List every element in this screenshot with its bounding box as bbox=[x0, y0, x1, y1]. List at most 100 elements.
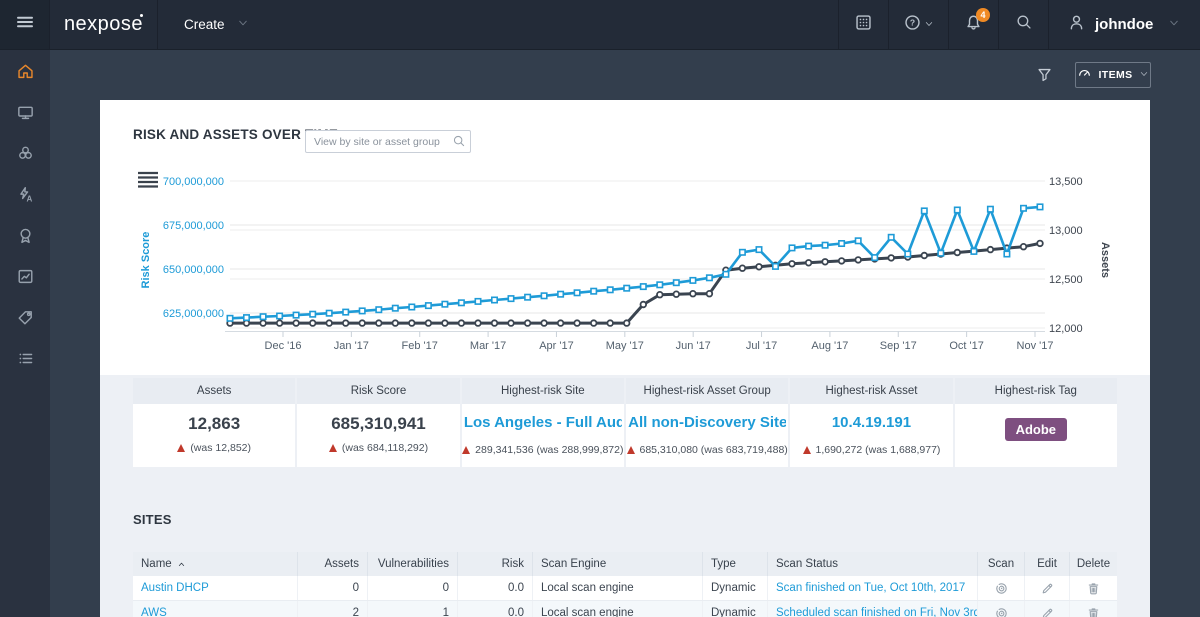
tag-badge[interactable]: Adobe bbox=[1004, 418, 1068, 441]
summary-header: Highest-risk Asset Group bbox=[625, 378, 789, 404]
column-header-scan_status[interactable]: Scan Status bbox=[768, 552, 978, 576]
calendar-grid-button[interactable] bbox=[838, 0, 888, 49]
exploit-icon: A bbox=[19, 186, 32, 204]
filter-icon[interactable] bbox=[1036, 66, 1053, 88]
svg-text:13,500: 13,500 bbox=[1049, 176, 1083, 188]
edit-icon bbox=[1042, 608, 1052, 617]
dashboard-card: RISK AND ASSETS OVER TIME Dec '16Jan '17… bbox=[100, 100, 1150, 617]
cell-scan_status: Scheduled scan finished on Fri, Nov 3rd,… bbox=[768, 601, 978, 617]
calendar-grid-icon bbox=[856, 14, 871, 30]
table-header-row: Name Assets Vulnerabilities Risk Scan Engine… bbox=[133, 552, 1117, 576]
cell-scan_engine: Local scan engine bbox=[533, 601, 703, 617]
summary-column: Assets 12,863 (was 12,852) bbox=[133, 378, 296, 467]
trash-icon bbox=[1088, 582, 1099, 594]
delete-action[interactable] bbox=[1086, 581, 1101, 596]
ribbon-icon bbox=[19, 228, 31, 244]
svg-text:12,500: 12,500 bbox=[1049, 274, 1083, 286]
scan-action[interactable] bbox=[994, 606, 1009, 617]
notification-badge: 4 bbox=[976, 8, 990, 22]
summary-value-link[interactable]: Los Angeles - Full Audi... bbox=[464, 414, 622, 431]
create-menu[interactable]: Create bbox=[158, 0, 275, 49]
summary-header: Risk Score bbox=[297, 378, 460, 404]
sites-title: SITES bbox=[133, 512, 172, 527]
top-nav: nexpose Create ? 4 johndoe bbox=[0, 0, 1200, 50]
notifications-button[interactable]: 4 bbox=[948, 0, 998, 49]
summary-column: Risk Score 685,310,941 (was 684,118,292) bbox=[297, 378, 460, 467]
summary-value-link[interactable]: 10.4.19.191 bbox=[832, 414, 911, 431]
summary-body: 10.4.19.191 1,690,272 (was 1,688,977) bbox=[790, 404, 953, 467]
items-dropdown-button[interactable]: ITEMS bbox=[1075, 62, 1151, 88]
table-row: AWS 2 1 0.0 Local scan engine Dynamic Schedule… bbox=[133, 601, 1117, 617]
column-header-name[interactable]: Name bbox=[133, 552, 298, 576]
summary-header: Highest-risk Site bbox=[461, 378, 624, 404]
delete-action[interactable] bbox=[1086, 606, 1101, 617]
svg-text:Jan '17: Jan '17 bbox=[334, 340, 369, 352]
help-icon: ? bbox=[905, 14, 920, 30]
svg-text:?: ? bbox=[910, 17, 915, 27]
user-menu[interactable]: johndoe bbox=[1048, 0, 1200, 49]
svg-text:Sep '17: Sep '17 bbox=[880, 340, 917, 352]
cell-vulnerabilities: 1 bbox=[368, 601, 458, 617]
cell-scan bbox=[978, 601, 1025, 617]
risk-chart-panel: RISK AND ASSETS OVER TIME Dec '16Jan '17… bbox=[100, 100, 1150, 375]
summary-table: Assets 12,863 (was 12,852) Risk Score 685… bbox=[133, 378, 1117, 467]
sidebar-item-reports[interactable] bbox=[0, 256, 50, 297]
svg-text:Dec '16: Dec '16 bbox=[265, 340, 302, 352]
search-icon bbox=[453, 135, 465, 147]
summary-body: All non-Discovery Sites 685,310,080 (was … bbox=[625, 404, 789, 467]
edit-icon bbox=[1042, 583, 1052, 593]
column-header-scan_engine[interactable]: Scan Engine bbox=[533, 552, 703, 576]
sidebar-item-tags[interactable] bbox=[0, 297, 50, 338]
summary-header: Highest-risk Asset bbox=[790, 378, 953, 404]
edit-action[interactable] bbox=[1040, 581, 1055, 596]
logo[interactable]: nexpose bbox=[50, 0, 158, 49]
summary-value-link[interactable]: All non-Discovery Sites bbox=[628, 414, 786, 431]
nav-menu-button[interactable] bbox=[0, 0, 50, 49]
sidebar: A bbox=[0, 50, 50, 617]
funnel-icon bbox=[1038, 68, 1051, 82]
chevron-down-icon bbox=[925, 21, 933, 26]
column-header-assets[interactable]: Assets bbox=[298, 552, 368, 576]
home-icon bbox=[17, 64, 33, 79]
site-name-link[interactable]: AWS bbox=[141, 607, 167, 617]
column-header-risk[interactable]: Risk bbox=[458, 552, 533, 576]
search-button[interactable] bbox=[998, 0, 1048, 49]
summary-body: 12,863 (was 12,852) bbox=[133, 404, 296, 467]
column-header-vulnerabilities[interactable]: Vulnerabilities bbox=[368, 552, 458, 576]
column-header-delete[interactable]: Delete bbox=[1070, 552, 1117, 576]
sidebar-item-vulnerabilities[interactable] bbox=[0, 133, 50, 174]
cell-risk: 0.0 bbox=[458, 576, 533, 600]
column-header-type[interactable]: Type bbox=[703, 552, 768, 576]
svg-text:Oct '17: Oct '17 bbox=[949, 340, 984, 352]
nexpose-console: nexpose Create ? 4 johndoe A ITEMS RISK … bbox=[0, 0, 1200, 617]
scan-status-link[interactable]: Scheduled scan finished on Fri, Nov 3rd,… bbox=[776, 607, 977, 617]
chart-menu-icon[interactable] bbox=[138, 171, 158, 188]
sidebar-item-home[interactable] bbox=[0, 51, 50, 92]
svg-text:Mar '17: Mar '17 bbox=[470, 340, 506, 352]
column-header-scan[interactable]: Scan bbox=[978, 552, 1025, 576]
sidebar-item-assets[interactable] bbox=[0, 92, 50, 133]
logo-text: nexpose bbox=[63, 13, 144, 35]
summary-header: Assets bbox=[133, 378, 296, 404]
y-axis-assets: 13,500 13,000 12,500 12,000 Assets bbox=[1049, 176, 1111, 335]
risk-score-series bbox=[226, 203, 1044, 322]
scan-status-link[interactable]: Scan finished on Tue, Oct 10th, 2017 bbox=[776, 582, 965, 594]
svg-text:625,000,000: 625,000,000 bbox=[163, 308, 224, 320]
sidebar-item-policies[interactable] bbox=[0, 215, 50, 256]
biohazard-icon bbox=[18, 146, 32, 159]
help-menu[interactable]: ? bbox=[888, 0, 948, 49]
sidebar-item-administration[interactable] bbox=[0, 338, 50, 379]
svg-text:675,000,000: 675,000,000 bbox=[163, 220, 224, 232]
sidebar-item-exploits[interactable]: A bbox=[0, 174, 50, 215]
scan-action[interactable] bbox=[994, 581, 1009, 596]
svg-text:Jun '17: Jun '17 bbox=[676, 340, 711, 352]
summary-change: (was 684,118,292) bbox=[297, 442, 459, 454]
column-header-edit[interactable]: Edit bbox=[1025, 552, 1070, 576]
items-label: ITEMS bbox=[1098, 69, 1133, 81]
chart-search-input[interactable] bbox=[305, 130, 471, 153]
edit-action[interactable] bbox=[1040, 606, 1055, 617]
site-name-link[interactable]: Austin DHCP bbox=[141, 582, 209, 594]
risk-assets-chart[interactable]: Dec '16 Jan '17 Feb '17 Mar '17 Apr '17 May '… bbox=[100, 155, 1150, 375]
username: johndoe bbox=[1095, 16, 1154, 33]
